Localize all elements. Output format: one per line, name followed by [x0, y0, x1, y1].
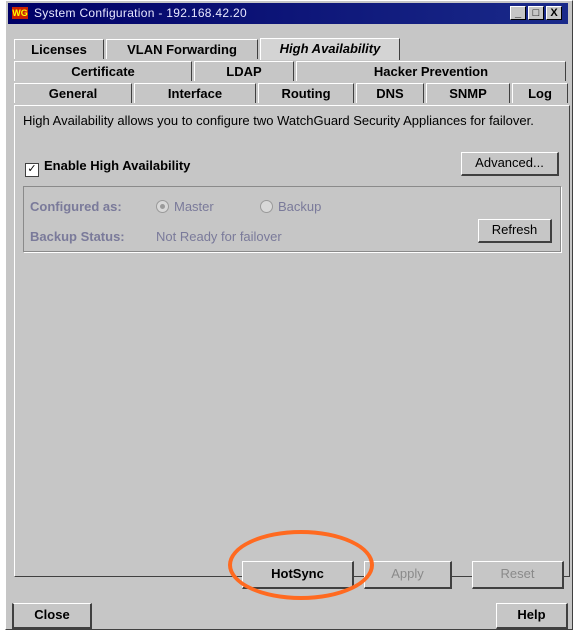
tab-general[interactable]: General: [14, 83, 132, 103]
ha-description: High Availability allows you to configur…: [23, 113, 534, 128]
refresh-button[interactable]: Refresh: [478, 219, 552, 243]
minimize-button[interactable]: _: [510, 6, 526, 20]
tab-licenses[interactable]: Licenses: [14, 39, 104, 59]
enable-ha-checkbox[interactable]: ✓: [25, 163, 39, 177]
backup-status-label: Backup Status:: [30, 229, 125, 244]
radio-master-option: Master: [156, 199, 214, 214]
tab-dns[interactable]: DNS: [356, 83, 424, 103]
tab-routing[interactable]: Routing: [258, 83, 354, 103]
apply-button[interactable]: Apply: [364, 561, 452, 589]
hotsync-highlight-ring: [228, 530, 374, 600]
maximize-button[interactable]: □: [528, 6, 544, 20]
radio-backup: [260, 200, 273, 213]
backup-status-value: Not Ready for failover: [156, 229, 282, 244]
tab-log[interactable]: Log: [512, 83, 568, 103]
enable-ha-row[interactable]: ✓ Enable High Availability: [25, 158, 190, 177]
ha-status-group: Configured as: Master Backup Backup Stat…: [23, 186, 561, 252]
enable-ha-label: Enable High Availability: [44, 158, 191, 173]
tab-snmp[interactable]: SNMP: [426, 83, 510, 103]
window-title: System Configuration - 192.168.42.20: [34, 6, 247, 20]
configured-as-label: Configured as:: [30, 199, 122, 214]
tab-certificate[interactable]: Certificate: [14, 61, 192, 81]
tab-high-availability[interactable]: High Availability: [260, 38, 400, 60]
watchguard-logo-icon: WG: [12, 7, 28, 19]
close-window-button[interactable]: X: [546, 6, 562, 20]
tab-interface[interactable]: Interface: [134, 83, 256, 103]
radio-master: [156, 200, 169, 213]
reset-button[interactable]: Reset: [472, 561, 564, 589]
radio-backup-label: Backup: [278, 199, 322, 214]
close-button[interactable]: Close: [12, 603, 92, 629]
help-button[interactable]: Help: [496, 603, 568, 629]
advanced-button[interactable]: Advanced...: [461, 152, 559, 176]
radio-master-label: Master: [174, 199, 214, 214]
high-availability-panel: High Availability allows you to configur…: [14, 105, 570, 577]
tab-hacker-prevention[interactable]: Hacker Prevention: [296, 61, 566, 81]
tab-ldap[interactable]: LDAP: [194, 61, 294, 81]
radio-backup-option: Backup: [260, 199, 321, 214]
title-bar[interactable]: WG System Configuration - 192.168.42.20 …: [8, 3, 568, 24]
tab-vlan-forwarding[interactable]: VLAN Forwarding: [106, 39, 258, 59]
